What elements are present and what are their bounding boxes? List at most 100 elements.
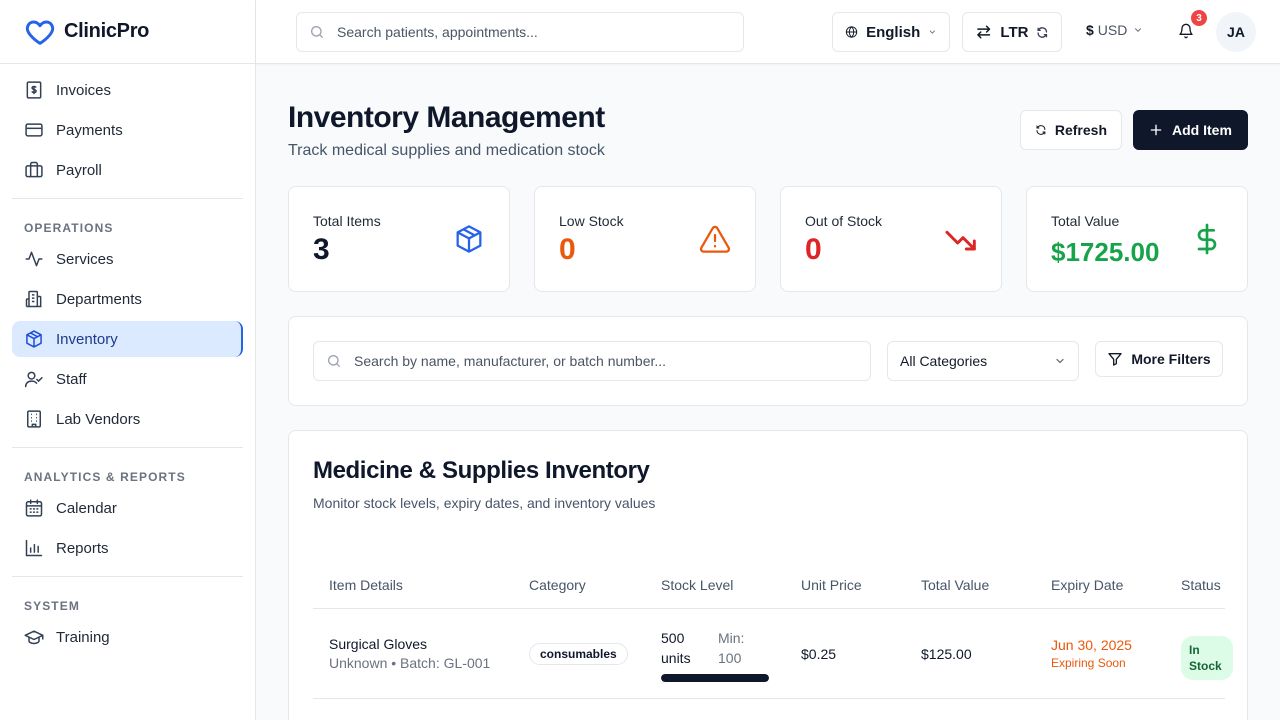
chevron-down-icon xyxy=(1056,358,1064,364)
column-header: Unit Price xyxy=(801,577,862,593)
refresh-button[interactable]: Refresh xyxy=(1020,110,1122,150)
more-filters-button[interactable]: More Filters xyxy=(1095,341,1223,377)
stock-minimum: Min: 100 xyxy=(718,628,744,668)
sidebar: ClinicPro Invoices Payments Payroll OPER… xyxy=(0,0,256,720)
stock-level-cell: 500 units Min: 100 xyxy=(661,628,781,688)
stat-card-out-of-stock: Out of Stock 0 xyxy=(780,186,1002,292)
add-item-button[interactable]: Add Item xyxy=(1133,110,1248,150)
refresh-icon xyxy=(1036,125,1046,135)
sidebar-item-training[interactable]: Training xyxy=(12,619,243,655)
stat-label: Out of Stock xyxy=(805,213,883,229)
column-header: Item Details xyxy=(329,577,403,593)
global-search-input[interactable] xyxy=(337,24,717,40)
package-icon xyxy=(456,225,482,253)
building-icon xyxy=(25,290,42,308)
stock-unit: units xyxy=(661,650,691,666)
topbar: English LTR $ USD 3 JA xyxy=(256,0,1280,64)
sidebar-item-staff[interactable]: Staff xyxy=(12,361,243,397)
direction-label: LTR xyxy=(1000,23,1029,41)
heart-logo-icon xyxy=(25,20,55,45)
stat-card-low-stock: Low Stock 0 xyxy=(534,186,756,292)
sidebar-item-payroll[interactable]: Payroll xyxy=(12,152,243,188)
inventory-table-card: Medicine & Supplies Inventory Monitor st… xyxy=(288,430,1248,720)
stat-value: 0 xyxy=(559,233,576,266)
sidebar-item-label: Invoices xyxy=(56,81,112,99)
sidebar-item-invoices[interactable]: Invoices xyxy=(12,72,243,108)
sidebar-item-lab-vendors[interactable]: Lab Vendors xyxy=(12,401,243,437)
page-subtitle: Track medical supplies and medication st… xyxy=(288,142,605,159)
column-header: Total Value xyxy=(921,577,990,593)
stat-label: Total Value xyxy=(1051,213,1120,229)
table-row[interactable]: Surgical Gloves Unknown • Batch: GL-001 … xyxy=(313,610,1233,699)
brand-name: ClinicPro xyxy=(64,20,150,42)
divider xyxy=(12,576,243,577)
section-heading-operations: OPERATIONS xyxy=(24,221,114,235)
add-item-button-label: Add Item xyxy=(1172,122,1232,138)
divider xyxy=(12,447,243,448)
chevron-down-icon xyxy=(929,30,936,34)
sidebar-item-payments[interactable]: Payments xyxy=(12,112,243,148)
stat-label: Total Items xyxy=(313,213,381,229)
user-check-icon xyxy=(24,371,43,388)
status-cell: In Stock xyxy=(1181,636,1233,680)
sidebar-item-departments[interactable]: Departments xyxy=(12,281,243,317)
inventory-search-input[interactable] xyxy=(354,353,854,369)
direction-toggle[interactable]: LTR xyxy=(962,12,1062,52)
global-search[interactable] xyxy=(296,12,744,52)
sidebar-item-label: Services xyxy=(56,250,114,268)
sidebar-item-label: Payroll xyxy=(56,161,102,179)
stat-value: 3 xyxy=(313,233,330,266)
unit-price: $0.25 xyxy=(801,646,837,662)
sidebar-item-label: Training xyxy=(56,628,110,646)
package-icon xyxy=(26,330,42,348)
stock-quantity: 500 units xyxy=(661,628,691,668)
column-header: Status xyxy=(1181,577,1221,593)
page-title: Inventory Management xyxy=(288,101,605,134)
table-header: Item Details Category Stock Level Unit P… xyxy=(313,561,1225,609)
bar-chart-icon xyxy=(25,539,43,557)
currency-selector[interactable]: $ USD xyxy=(1086,22,1143,38)
chevron-down-icon xyxy=(1135,28,1142,32)
category-cell: consumables xyxy=(529,643,628,665)
filter-bar: All Categories More Filters xyxy=(288,316,1248,406)
currency-symbol: $ xyxy=(1086,22,1094,38)
sidebar-item-services[interactable]: Services xyxy=(12,241,243,277)
item-name: Surgical Gloves xyxy=(329,636,428,652)
calendar-icon xyxy=(25,499,43,517)
language-label: English xyxy=(866,23,921,41)
category-select-value: All Categories xyxy=(900,353,988,369)
section-heading-system: SYSTEM xyxy=(24,599,80,613)
table-title: Medicine & Supplies Inventory xyxy=(313,457,650,484)
refresh-button-label: Refresh xyxy=(1054,122,1107,138)
globe-icon xyxy=(845,26,858,38)
sidebar-item-reports[interactable]: Reports xyxy=(12,530,243,566)
inventory-search[interactable] xyxy=(313,341,871,381)
bell-icon[interactable] xyxy=(1178,22,1194,40)
brand[interactable]: ClinicPro xyxy=(0,0,255,64)
column-header: Stock Level xyxy=(661,577,734,593)
notification-badge: 3 xyxy=(1191,10,1207,26)
sidebar-item-inventory[interactable]: Inventory xyxy=(12,321,243,357)
stat-value: $1725.00 xyxy=(1051,237,1160,267)
item-meta: Unknown • Batch: GL-001 xyxy=(329,655,491,671)
expiry-cell: Jun 30, 2025 Expiring Soon xyxy=(1051,637,1132,670)
section-heading-analytics: ANALYTICS & REPORTS xyxy=(24,470,186,484)
sidebar-item-label: Departments xyxy=(56,290,142,308)
stat-card-total-value: Total Value $1725.00 xyxy=(1026,186,1248,292)
dollar-icon xyxy=(1197,223,1217,255)
alert-triangle-icon xyxy=(699,225,731,253)
expiry-note: Expiring Soon xyxy=(1051,656,1126,670)
category-select[interactable]: All Categories xyxy=(887,341,1079,381)
language-selector[interactable]: English xyxy=(832,12,950,52)
briefcase-icon xyxy=(25,161,43,178)
sidebar-item-label: Calendar xyxy=(56,499,117,517)
sidebar-item-calendar[interactable]: Calendar xyxy=(12,490,243,526)
credit-card-icon xyxy=(25,123,43,137)
more-filters-label: More Filters xyxy=(1131,351,1211,367)
search-icon xyxy=(311,26,323,38)
avatar[interactable]: JA xyxy=(1216,12,1256,52)
invoice-icon xyxy=(26,81,42,99)
sidebar-item-label: Inventory xyxy=(56,330,118,348)
activity-icon xyxy=(25,251,43,267)
sidebar-item-label: Lab Vendors xyxy=(56,410,141,428)
